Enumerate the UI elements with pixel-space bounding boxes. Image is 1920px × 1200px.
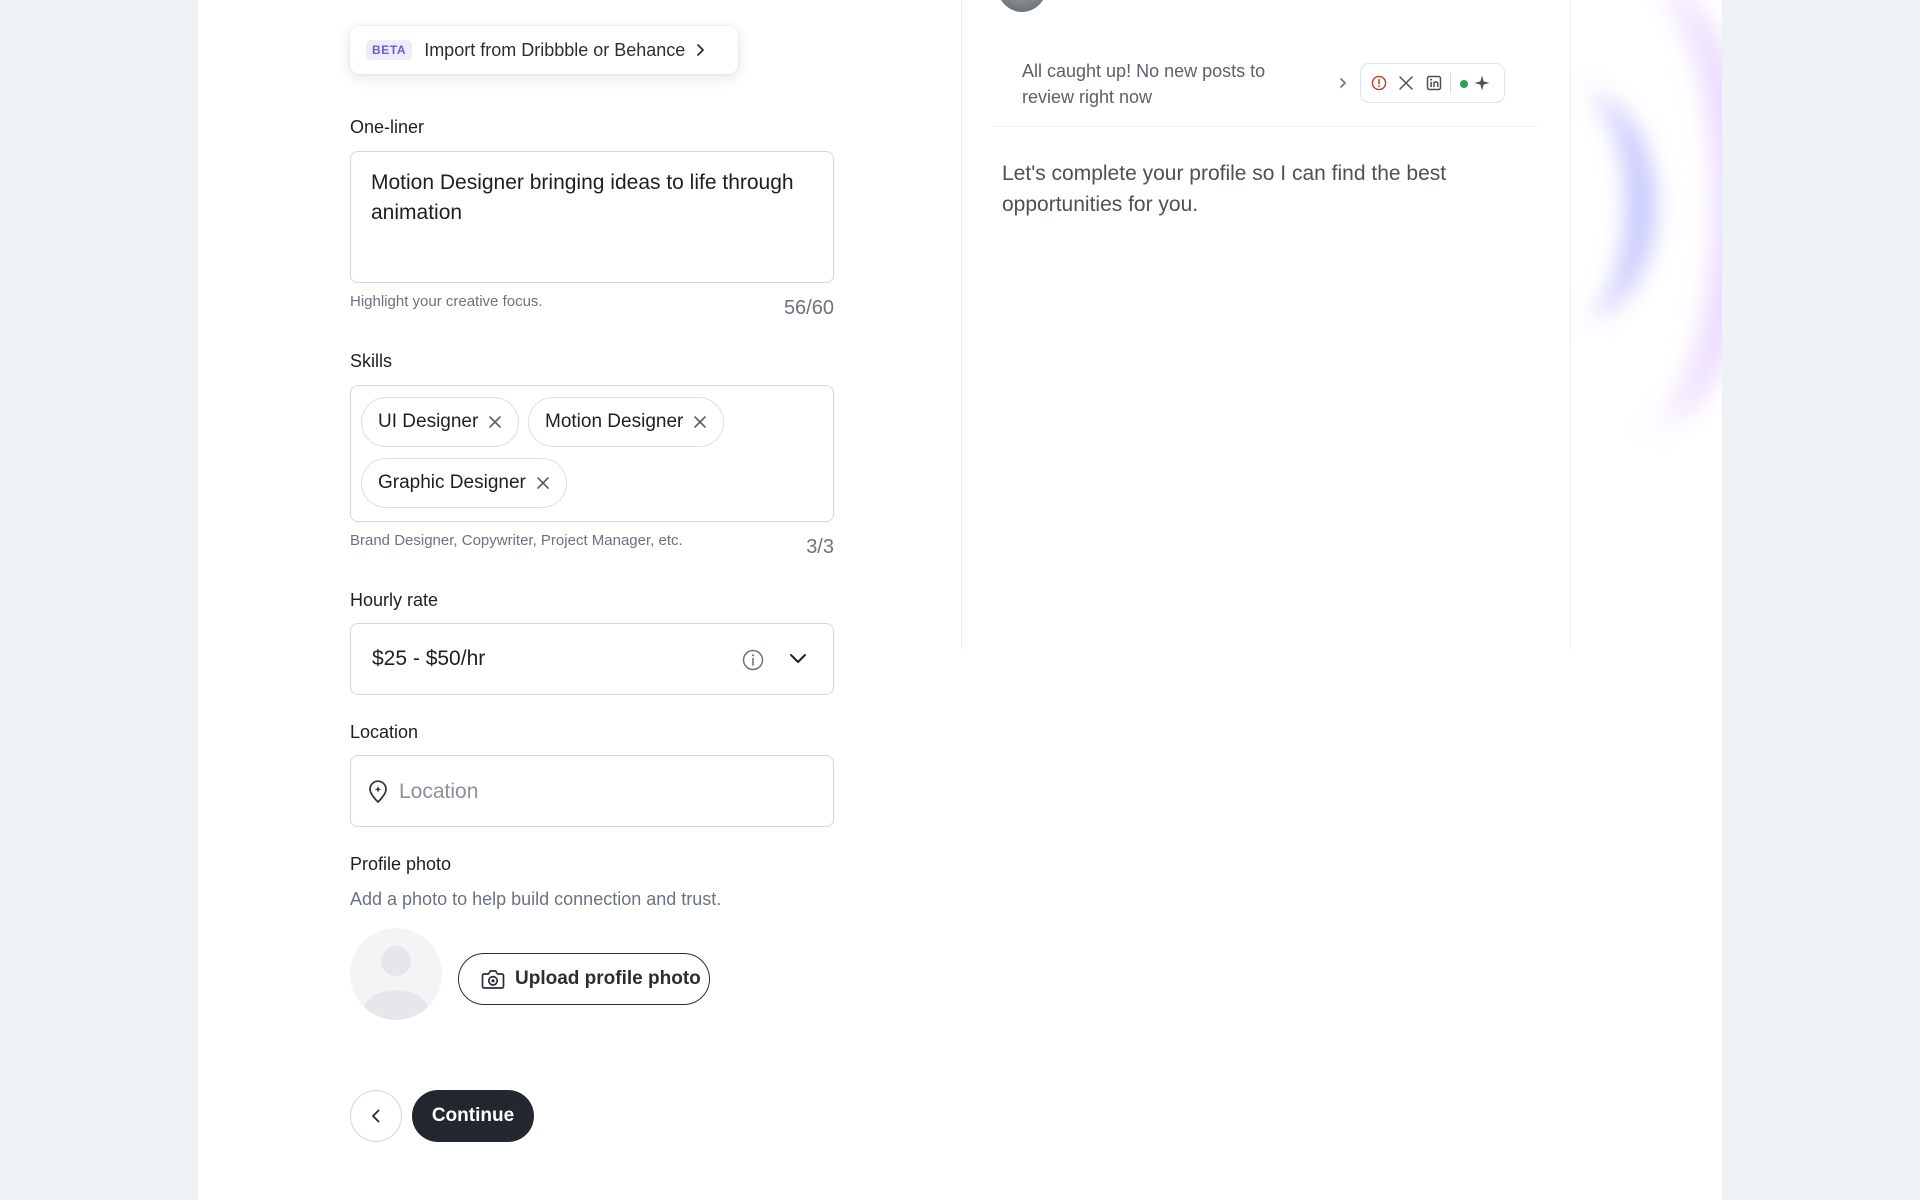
one-liner-label: One-liner <box>350 117 425 137</box>
chevron-down-icon[interactable] <box>789 652 807 666</box>
upload-photo-button[interactable]: Upload profile photo <box>458 953 710 1005</box>
continue-button[interactable]: Continue <box>412 1090 534 1142</box>
social-status-group <box>1360 63 1505 103</box>
location-pin-icon <box>369 780 387 803</box>
x-icon[interactable] <box>1398 75 1414 91</box>
avatar-placeholder <box>350 928 442 1020</box>
skills-counter: 3/3 <box>806 536 834 558</box>
location-label: Location <box>350 722 419 742</box>
skills-label: Skills <box>350 351 393 371</box>
status-dot <box>1460 80 1468 88</box>
divider <box>992 126 1538 127</box>
close-icon[interactable] <box>488 415 502 429</box>
divider <box>1450 73 1451 93</box>
profile-photo-description: Add a photo to help build connection and… <box>350 889 722 909</box>
user-silhouette-icon <box>363 946 429 1020</box>
skill-chip-label: Graphic Designer <box>378 472 526 493</box>
chevron-left-icon <box>372 1109 380 1123</box>
hourly-rate-select[interactable]: $25 - $50/hr <box>350 623 834 695</box>
sparkle-icon[interactable] <box>1474 75 1490 91</box>
location-field[interactable] <box>350 755 834 827</box>
skill-chip[interactable]: Motion Designer <box>528 397 725 447</box>
chevron-right-icon[interactable] <box>1338 76 1348 90</box>
chevron-right-icon <box>697 44 705 56</box>
import-button[interactable]: BETA Import from Dribbble or Behance <box>350 26 738 74</box>
close-icon[interactable] <box>693 415 707 429</box>
notice-text: All caught up! No new posts to review ri… <box>1022 61 1266 107</box>
hourly-rate-value: $25 - $50/hr <box>372 647 486 670</box>
skill-chip[interactable]: Graphic Designer <box>361 458 567 508</box>
assistant-avatar <box>996 0 1048 12</box>
one-liner-field[interactable]: Motion Designer bringing ideas to life t… <box>350 151 834 283</box>
beta-badge: BETA <box>366 40 413 60</box>
camera-icon <box>481 970 505 989</box>
back-button[interactable] <box>350 1090 402 1142</box>
one-liner-counter: 56/60 <box>783 297 834 319</box>
skill-chip-label: Motion Designer <box>545 411 684 432</box>
location-input[interactable] <box>397 756 821 827</box>
linkedin-icon[interactable] <box>1426 75 1442 91</box>
assistant-preview-panel: All caught up! No new posts to review ri… <box>961 0 1571 650</box>
page-card: BETA Import from Dribbble or Behance One… <box>198 0 1722 1200</box>
info-icon[interactable] <box>741 648 765 672</box>
alert-icon[interactable] <box>1371 75 1387 91</box>
skills-hint: Brand Designer, Copywriter, Project Mana… <box>350 532 683 549</box>
close-icon[interactable] <box>536 476 550 490</box>
import-label: Import from Dribbble or Behance <box>424 39 686 60</box>
profile-photo-label: Profile photo <box>350 854 452 874</box>
one-liner-hint: Highlight your creative focus. <box>350 293 543 310</box>
assistant-message: Let's complete your profile so I can fin… <box>1002 162 1447 216</box>
skill-chip[interactable]: UI Designer <box>361 397 520 447</box>
upload-photo-label: Upload profile photo <box>515 968 701 989</box>
skills-input[interactable]: UI Designer Motion Designer Graphic Desi… <box>350 385 834 522</box>
skill-chip-label: UI Designer <box>378 411 479 432</box>
hourly-rate-label: Hourly rate <box>350 590 439 610</box>
